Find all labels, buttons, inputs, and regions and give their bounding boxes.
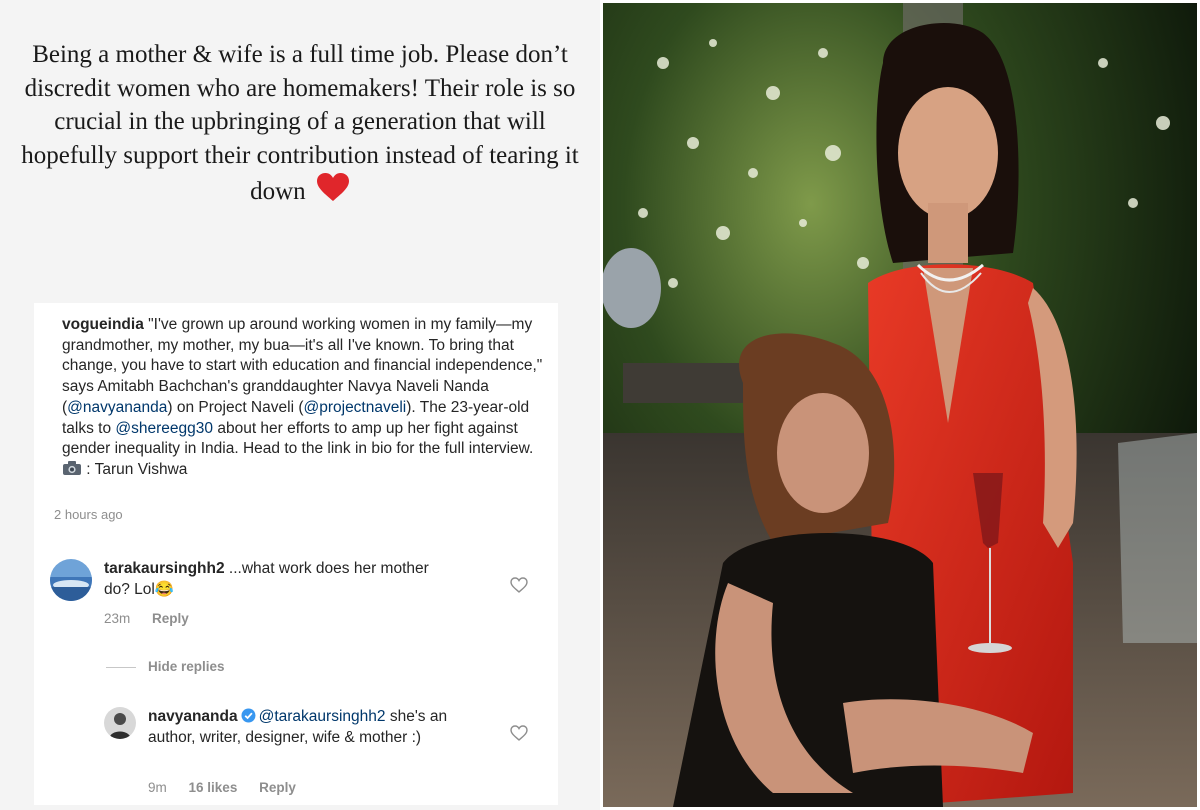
- comment-username[interactable]: tarakaursinghh2: [104, 560, 225, 577]
- reply-mention[interactable]: @tarakaursinghh2: [259, 708, 386, 725]
- reply-likes[interactable]: 16 likes: [189, 780, 238, 795]
- post-username[interactable]: vogueindia: [62, 316, 144, 333]
- mention-projectnaveli[interactable]: @projectnaveli: [303, 399, 406, 416]
- story-panel: Being a mother & wife is a full time job…: [0, 0, 600, 810]
- mention-shereegg30[interactable]: @shereegg30: [115, 420, 213, 437]
- story-text: Being a mother & wife is a full time job…: [20, 38, 580, 209]
- photo-two-women: [603, 3, 1197, 807]
- story-message: Being a mother & wife is a full time job…: [21, 41, 579, 205]
- hide-replies-label[interactable]: Hide replies: [148, 659, 225, 674]
- verified-icon: [241, 708, 256, 723]
- reply-username[interactable]: navyananda: [148, 708, 238, 725]
- reply-avatar[interactable]: [104, 707, 136, 739]
- hide-replies-line: [106, 667, 136, 668]
- caption-text-5: : Tarun Vishwa: [82, 460, 188, 478]
- reply-text: navyananda @tarakaursinghh2 she's an auth…: [148, 707, 448, 748]
- reply-comment: navyananda @tarakaursinghh2 she's an auth…: [34, 693, 558, 803]
- post-caption: vogueindia "I've grown up around working…: [62, 315, 552, 481]
- reply-button[interactable]: Reply: [152, 611, 189, 626]
- caption-text-2: ) on Project Naveli (: [167, 398, 304, 416]
- comment-time: 23m: [104, 611, 131, 626]
- heart-icon: [316, 173, 349, 201]
- mention-navyananda[interactable]: @navyananda: [67, 399, 167, 416]
- camera-icon: [63, 460, 81, 475]
- comment-meta: 23m Reply: [104, 611, 207, 626]
- reply-meta: 9m 16 likes Reply: [148, 780, 314, 795]
- comment-text: tarakaursinghh2 ...what work does her mo…: [104, 559, 434, 600]
- photo-illustration: [603, 3, 1197, 807]
- reply-reply-button[interactable]: Reply: [259, 780, 296, 795]
- reply-time: 9m: [148, 780, 167, 795]
- like-icon[interactable]: [510, 725, 528, 741]
- instagram-post-card: vogueindia "I've grown up around working…: [34, 303, 558, 805]
- comment: tarakaursinghh2 ...what work does her mo…: [34, 539, 558, 639]
- post-timestamp: 2 hours ago: [54, 507, 123, 522]
- avatar[interactable]: [50, 559, 92, 601]
- like-icon[interactable]: [510, 577, 528, 593]
